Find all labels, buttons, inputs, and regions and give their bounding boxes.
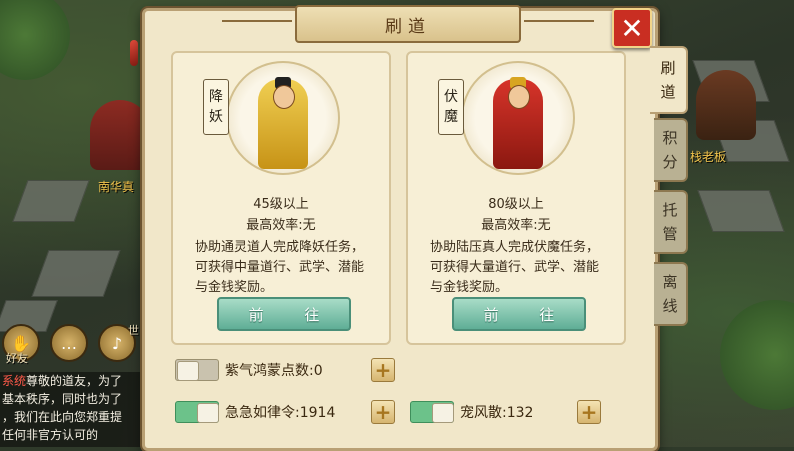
tree: [720, 300, 794, 410]
npc-head: [273, 85, 295, 109]
task-badge: 降妖: [203, 79, 229, 135]
tab-shuadao[interactable]: 刷道: [650, 46, 688, 114]
max-efficiency: 最高效率:无: [246, 218, 316, 233]
toggle-knob: [432, 403, 454, 423]
chat-button[interactable]: …: [50, 324, 88, 362]
plus-icon: +: [374, 400, 392, 424]
dialog-title: 刷道: [222, 5, 594, 43]
level-requirement: 45级以上: [253, 197, 309, 212]
lantern: [130, 40, 138, 66]
friends-label: 好友: [6, 352, 28, 365]
chat-bubble-icon: …: [61, 333, 77, 353]
npc-right-name: 栈老板: [690, 150, 727, 164]
chat-toolbar: ✋ 好友 … ♪ 世: [0, 322, 150, 366]
plus-icon: +: [580, 400, 598, 424]
chat-line: 系统尊敬的道友，为了: [2, 372, 150, 390]
npc-portrait: [226, 61, 340, 175]
npc-left[interactable]: [90, 100, 150, 170]
npc-head: [508, 85, 530, 109]
jiji-toggle[interactable]: [175, 401, 219, 423]
chat-line: ，我们在此向您郑重提: [2, 408, 150, 426]
chat-tag: 系统: [2, 374, 27, 388]
close-icon: ✕: [620, 11, 644, 45]
jiji-label: 急急如律令:1914: [225, 405, 336, 421]
ziqi-toggle[interactable]: [175, 359, 219, 381]
tab-tuoguan[interactable]: 托管: [654, 190, 688, 254]
voice-label: 世: [128, 324, 139, 337]
level-requirement: 80级以上: [488, 197, 544, 212]
max-efficiency: 最高效率:无: [481, 218, 551, 233]
floor-tile: [12, 180, 90, 222]
task-badge: 伏魔: [438, 79, 464, 135]
close-button[interactable]: ✕: [612, 8, 652, 48]
chongfeng-toggle[interactable]: [410, 401, 454, 423]
chat-text: 任何非官方认可的: [2, 428, 99, 442]
chat-line: 基本秩序，同时也为了: [2, 390, 150, 408]
toggle-knob: [197, 403, 219, 423]
chat-text: ，我们在此向您郑重提: [2, 410, 123, 424]
npc-right[interactable]: [696, 70, 756, 140]
task-card-fumo: 伏魔 80级以上 最高效率:无 协助陆压真人完成伏魔任务，可获得大量道行、武学、…: [406, 51, 626, 345]
tree: [0, 0, 70, 80]
chongfeng-add-button[interactable]: +: [577, 400, 601, 424]
jiji-add-button[interactable]: +: [371, 400, 395, 424]
npc-left-name: 南华真: [98, 180, 135, 194]
floor-tile: [31, 250, 121, 297]
ziqi-add-button[interactable]: +: [371, 358, 395, 382]
chat-text: 基本秩序，同时也为了: [2, 392, 123, 406]
shuadao-dialog: 刷道 降妖 45级以上 最高效率:无 协助通灵道人完成降妖任务，可获得中量道行、…: [142, 5, 658, 451]
task-card-xiangyao: 降妖 45级以上 最高效率:无 协助通灵道人完成降妖任务，可获得中量道行、武学、…: [171, 51, 391, 345]
floor-tile: [697, 190, 785, 232]
dialog-title-text: 刷道: [385, 16, 431, 37]
chongfeng-label: 宠风散:132: [460, 405, 534, 421]
plus-icon: +: [374, 358, 392, 382]
tab-lixian[interactable]: 离线: [654, 262, 688, 326]
chat-line: 任何非官方认可的: [2, 426, 150, 444]
chat-log[interactable]: 系统尊敬的道友，为了 基本秩序，同时也为了 ，我们在此向您郑重提 任何非官方认可…: [0, 372, 150, 447]
microphone-icon: ♪: [111, 333, 123, 353]
toggle-knob: [177, 361, 199, 381]
chat-text: 尊敬的道友，为了: [26, 374, 123, 388]
task-description: 协助陆压真人完成伏魔任务，可获得大量道行、武学、潜能与金钱奖励。: [430, 240, 600, 295]
tab-jifen[interactable]: 积分: [654, 118, 688, 182]
task-description: 协助通灵道人完成降妖任务，可获得中量道行、武学、潜能与金钱奖励。: [195, 240, 365, 295]
go-button[interactable]: 前 往: [452, 297, 586, 331]
ziqi-label: 紫气鸿蒙点数:0: [225, 363, 323, 379]
npc-portrait: [461, 61, 575, 175]
go-button[interactable]: 前 往: [217, 297, 351, 331]
